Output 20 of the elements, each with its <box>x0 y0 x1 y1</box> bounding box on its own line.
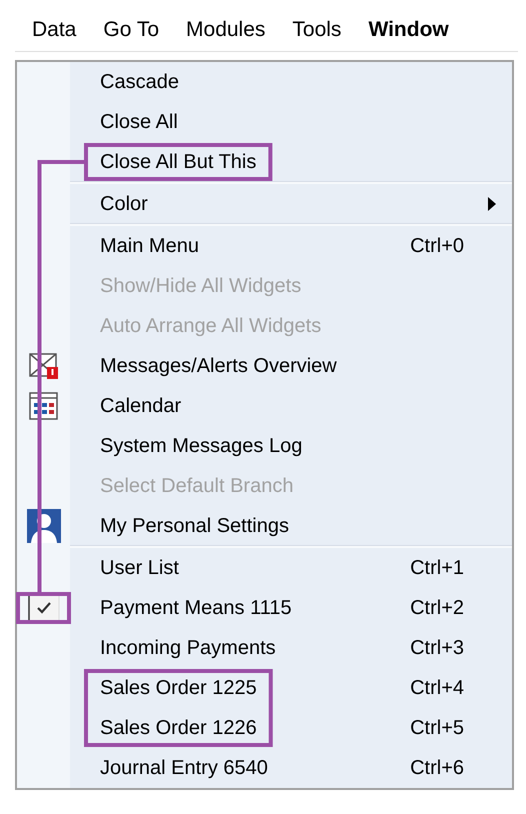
menu-bar-item[interactable]: Window <box>368 8 449 51</box>
menu-item[interactable]: System Messages Log <box>17 426 512 466</box>
menu-item[interactable]: Incoming Payments Ctrl+3 <box>17 628 512 668</box>
menu-item[interactable]: Close All But This <box>17 142 512 182</box>
menu-item[interactable]: Messages/Alerts Overview <box>17 346 512 386</box>
menu-item[interactable]: Color <box>17 184 512 224</box>
menu-item[interactable]: Journal Entry 6540 Ctrl+6 <box>17 748 512 788</box>
menu-bar-item[interactable]: Tools <box>292 8 342 51</box>
menu-item[interactable]: Sales Order 1225 Ctrl+4 <box>17 668 512 708</box>
menu-bar-item[interactable]: Modules <box>186 8 266 51</box>
menu-item[interactable]: Close All <box>17 102 512 142</box>
menu-item[interactable]: User List Ctrl+1 <box>17 548 512 588</box>
menu-item[interactable]: Payment Means 1115 Ctrl+2 <box>17 588 512 628</box>
menu-item[interactable]: Cascade <box>17 62 512 102</box>
menu-item[interactable]: Sales Order 1226 Ctrl+5 <box>17 708 512 748</box>
menu-bar-item[interactable]: Go To <box>103 8 160 51</box>
menu-item[interactable]: Calendar <box>17 386 512 426</box>
menu-bar-item[interactable]: Data <box>32 8 76 51</box>
menu-item[interactable]: Main Menu Ctrl+0 <box>17 226 512 266</box>
menu-item[interactable]: My Personal Settings <box>17 506 512 546</box>
